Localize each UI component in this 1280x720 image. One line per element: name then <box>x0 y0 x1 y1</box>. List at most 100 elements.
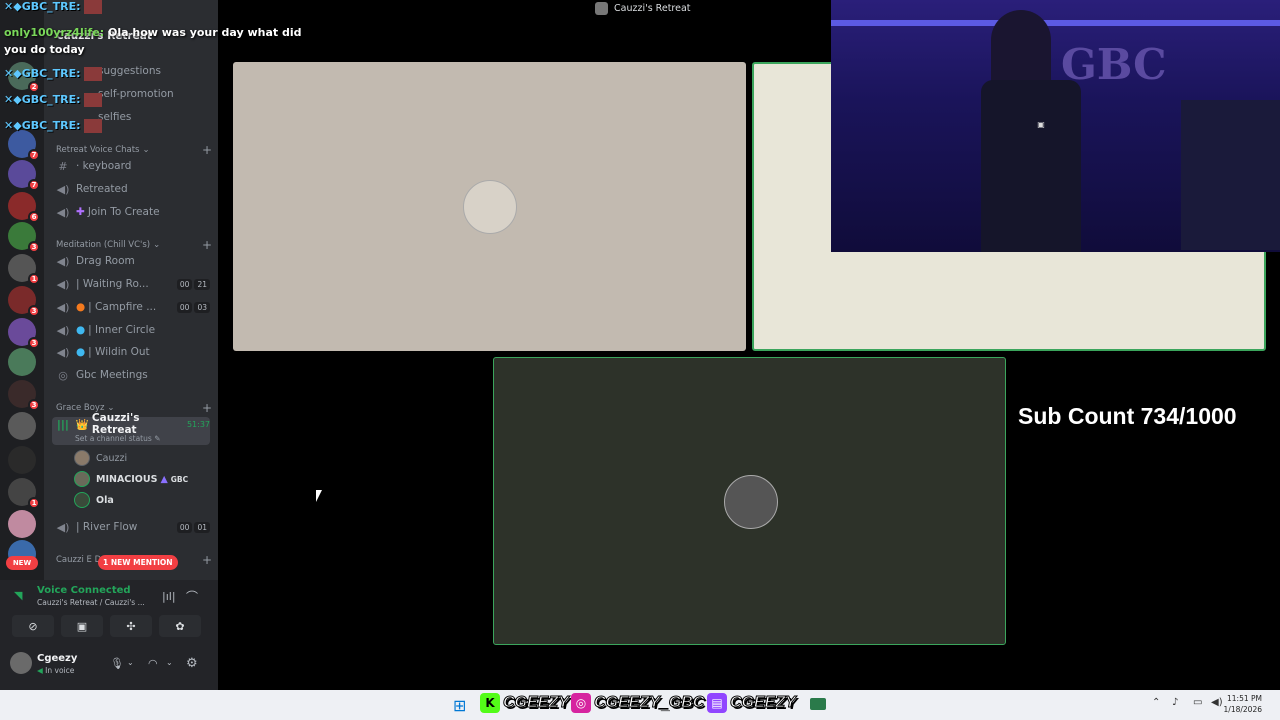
microphone-icon[interactable]: 🎙 <box>110 657 124 670</box>
channel-label: suggestions <box>98 65 161 77</box>
overlay-tag-label: GBC_TRE: <box>21 67 81 80</box>
badge: 7 <box>28 179 40 191</box>
settings-gear-icon[interactable]: ⚙ <box>186 656 198 671</box>
call-title-label: Cauzzi's Retreat <box>614 3 691 14</box>
avatar <box>74 450 90 466</box>
count-badge: 00 <box>176 301 193 313</box>
badge: 3 <box>28 305 40 317</box>
chevron-up-icon[interactable]: ⌃ <box>1152 697 1160 708</box>
channel-gbc-meetings[interactable]: ◎ Gbc Meetings <box>54 365 210 385</box>
headphones-icon[interactable]: ◠ <box>148 657 158 670</box>
chevron-down-icon[interactable]: ⌄ <box>166 658 173 667</box>
channel-join-to-create[interactable]: ◀) ✚ Join To Create <box>54 202 210 222</box>
voice-connected-title[interactable]: Voice Connected <box>37 585 131 596</box>
chair-logo: ▣ <box>1037 120 1045 129</box>
user-status-label: In voice <box>45 666 75 675</box>
channel-retreated[interactable]: ◀) Retreated <box>54 179 210 199</box>
user-name[interactable]: Cgeezy <box>37 653 77 664</box>
user-avatar[interactable] <box>10 652 32 674</box>
new-mention-pill[interactable]: 1 NEW MENTION <box>98 555 178 570</box>
channel-self-promotion[interactable]: self-promotion <box>98 84 254 104</box>
speaker-icon: ◀) <box>56 323 70 337</box>
participant-avatar <box>463 180 517 234</box>
server-icon[interactable]: 6 <box>8 192 40 223</box>
channel-suggestions[interactable]: suggestions <box>98 61 254 81</box>
soundboard-button[interactable]: ✿ <box>159 615 201 637</box>
hash-icon: # <box>58 159 68 173</box>
channel-label: · keyboard <box>76 160 132 172</box>
volume-icon[interactable]: ◀) <box>1211 697 1223 708</box>
disconnect-icon[interactable]: ⌒ <box>186 588 198 605</box>
network-icon[interactable]: ▭ <box>1193 697 1202 708</box>
channel-inner-circle[interactable]: ◀) ● | Inner Circle <box>54 320 210 340</box>
camera-off-button[interactable]: ⊘ <box>12 615 54 637</box>
overlay-tag-label: GBC_TRE: <box>21 0 81 13</box>
activities-button[interactable]: ✣ <box>110 615 152 637</box>
voice-member[interactable]: Ola <box>74 492 114 508</box>
microphone-tray-icon[interactable]: ♪ <box>1172 697 1178 708</box>
channel-label: Cauzzi's Retreat <box>91 412 140 436</box>
clock-date: 1/18/2026 <box>1223 705 1262 714</box>
active-channel-row[interactable]: ||| 👑 Cauzzi's Retreat 51:37 <box>54 412 210 436</box>
soundboard-icon: ✿ <box>175 619 185 633</box>
channel-keyboard[interactable]: # · keyboard <box>54 156 210 176</box>
chevron-down-icon[interactable]: ⌄ <box>127 658 134 667</box>
channel-drag-room[interactable]: ◀) Drag Room <box>54 251 210 271</box>
channel-waiting-room[interactable]: ◀) | Waiting Ro... 00 21 <box>54 274 210 294</box>
avatar <box>74 471 90 487</box>
screen-share-button[interactable]: ▣ <box>61 615 103 637</box>
overlay-tag-label: GBC_TRE: <box>21 93 81 106</box>
video-tile-bottom[interactable] <box>493 357 1006 645</box>
channel-river-flow[interactable]: ◀) | River Flow 00 01 <box>54 517 210 537</box>
badge: 7 <box>28 149 40 161</box>
server-icon[interactable] <box>8 348 36 376</box>
server-icon[interactable]: 1 <box>8 254 40 285</box>
server-icon[interactable]: 3 <box>8 318 40 349</box>
add-channel-icon[interactable]: + <box>202 143 212 157</box>
app-icon[interactable] <box>810 698 826 710</box>
noise-suppression-icon[interactable]: |ıl| <box>162 590 176 603</box>
twitch-icon: ▤ <box>707 693 727 713</box>
participant-avatar <box>724 475 778 529</box>
channel-status[interactable]: Set a channel status ✎ <box>75 434 160 443</box>
add-channel-icon[interactable]: + <box>202 553 212 567</box>
new-badge[interactable]: NEW <box>6 556 38 570</box>
voice-member[interactable]: Cauzzi <box>74 450 127 466</box>
badge: 1 <box>28 273 40 285</box>
video-tile-left[interactable] <box>233 62 746 351</box>
voice-member[interactable]: MINACIOUS ▲ GBC <box>74 471 188 487</box>
server-icon[interactable]: 7 <box>8 130 40 161</box>
server-icon[interactable]: 1 <box>8 478 40 509</box>
channel-label: | Campfire ... <box>88 301 157 313</box>
channel-label: | Wildin Out <box>88 346 150 358</box>
server-icon[interactable]: 3 <box>8 286 40 317</box>
channel-timer: 51:37 <box>186 419 210 429</box>
category-meditation[interactable]: Meditation (Chill VC's) ⌄ + <box>56 238 212 252</box>
signal-icon: ◥ <box>14 589 23 602</box>
server-icon[interactable] <box>8 446 36 474</box>
server-icon[interactable]: 7 <box>8 160 40 191</box>
add-channel-icon[interactable]: + <box>202 238 212 252</box>
server-icon[interactable] <box>8 510 36 538</box>
windows-start-icon[interactable]: ⊞ <box>453 696 466 715</box>
server-icon[interactable]: 3 <box>8 222 40 253</box>
camera-off-icon: ⊘ <box>28 619 38 633</box>
instagram-handle: ◎ CGEEZY_GBC <box>571 693 705 713</box>
voice-connected-subtitle[interactable]: Cauzzi's Retreat / Cauzzi's ... <box>37 598 145 607</box>
overlay-tag: ✕◆GBC_TRE: <box>4 119 102 133</box>
server-icon[interactable]: 3 <box>8 380 40 411</box>
speaker-icon: ◀) <box>56 277 70 291</box>
system-clock[interactable]: 11:51 PM 1/18/2026 <box>1224 693 1262 715</box>
speaker-icon: ◀) <box>56 205 70 219</box>
pencil-icon: ✎ <box>154 434 161 443</box>
channel-campfire[interactable]: ◀) ● | Campfire ... 00 03 <box>54 297 210 317</box>
badge: 3 <box>28 399 40 411</box>
channel-label: Join To Create <box>87 206 160 218</box>
channel-selfies[interactable]: selfies <box>98 107 254 127</box>
add-channel-icon[interactable]: + <box>202 401 212 415</box>
server-icon[interactable] <box>8 412 36 440</box>
channel-label: | River Flow <box>76 521 138 533</box>
member-name: Ola <box>96 494 114 506</box>
category-voice-chats[interactable]: Retreat Voice Chats ⌄ + <box>56 143 212 157</box>
channel-wildin-out[interactable]: ◀) ● | Wildin Out <box>54 342 210 362</box>
